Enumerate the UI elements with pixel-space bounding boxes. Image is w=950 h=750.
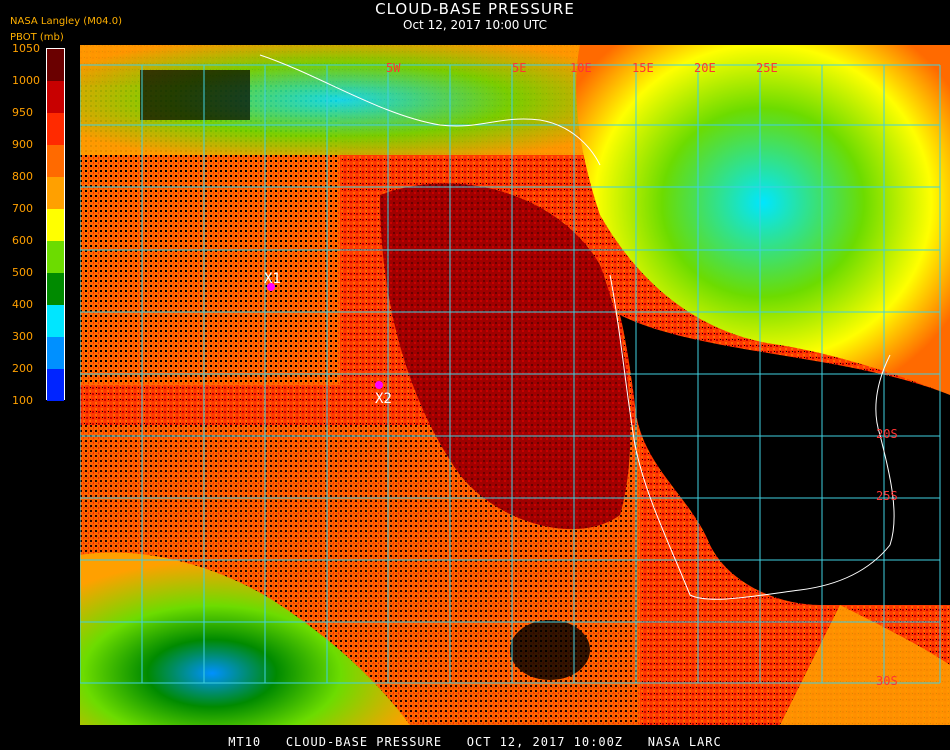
legend-label-800: 800 — [12, 170, 33, 183]
map-title: CLOUD-BASE PRESSURE — [375, 0, 575, 18]
legend-label-300: 300 — [12, 330, 33, 343]
lat-label-25s: 25S — [876, 489, 898, 503]
map-subtitle: Oct 12, 2017 10:00 UTC — [403, 18, 547, 32]
legend-swatch-1 — [47, 49, 64, 81]
legend-swatch-3 — [47, 113, 64, 145]
color-legend-bar — [46, 48, 65, 401]
legend-label-1000: 1000 — [12, 74, 40, 87]
lat-label-20s: 20S — [876, 427, 898, 441]
legend-label-100: 100 — [12, 394, 33, 407]
legend-swatch-10 — [47, 337, 64, 369]
lat-label-30s: 30S — [876, 674, 898, 688]
legend-swatch-7 — [47, 241, 64, 273]
legend-swatch-5 — [47, 177, 64, 209]
lon-label-5e: 5E — [512, 61, 526, 75]
marker-x2 — [375, 381, 383, 389]
lon-label-20e: 20E — [694, 61, 716, 75]
legend-label-700: 700 — [12, 202, 33, 215]
legend-swatch-6 — [47, 209, 64, 241]
legend-label-500: 500 — [12, 266, 33, 279]
legend-label-200: 200 — [12, 362, 33, 375]
map-footer: MT10 CLOUD-BASE PRESSURE OCT 12, 2017 10… — [228, 735, 722, 749]
lon-label-25e: 25E — [756, 61, 778, 75]
lon-label-15e: 15E — [632, 61, 654, 75]
cloud-base-pressure-map: 5W 10E 15E 20E 25E 5E 20S 25S 30S X1 X2 — [80, 45, 950, 725]
marker-x1-label: X1 — [264, 271, 281, 287]
legend-swatch-2 — [47, 81, 64, 113]
legend-swatch-11 — [47, 369, 64, 401]
legend-swatch-4 — [47, 145, 64, 177]
legend-swatch-9 — [47, 305, 64, 337]
legend-label-600: 600 — [12, 234, 33, 247]
legend-label-400: 400 — [12, 298, 33, 311]
marker-x2-label: X2 — [375, 391, 392, 407]
legend-swatch-8 — [47, 273, 64, 305]
south-clear-patch — [510, 620, 590, 680]
legend-label-950: 950 — [12, 106, 33, 119]
lon-label-10e: 10E — [570, 61, 592, 75]
legend-label-1050: 1050 — [12, 42, 40, 55]
lon-label-5w: 5W — [386, 61, 401, 75]
legend-label-900: 900 — [12, 138, 33, 151]
northwest-clear-patch — [140, 70, 250, 120]
org-label: NASA Langley (M04.0) — [10, 16, 122, 27]
